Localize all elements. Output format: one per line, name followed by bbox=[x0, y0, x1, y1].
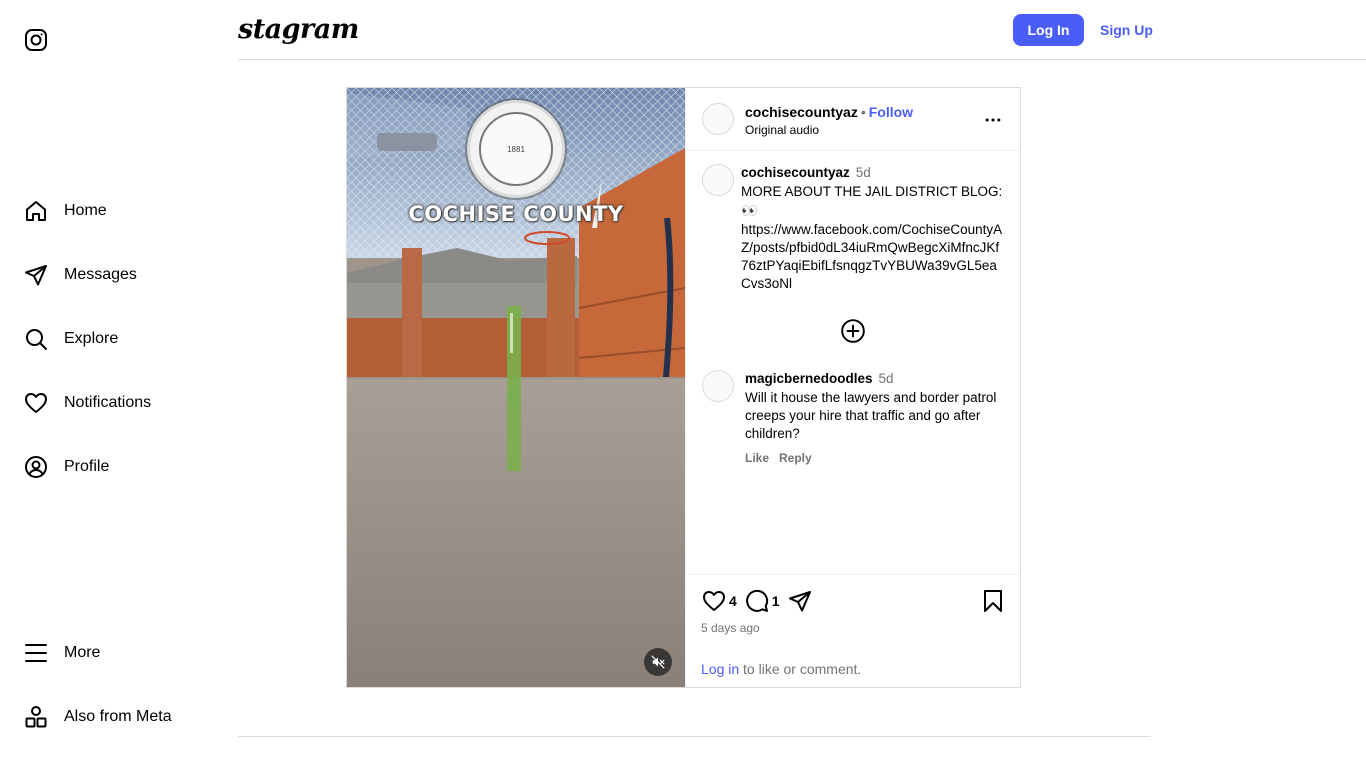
comment-reply-button[interactable]: Reply bbox=[779, 451, 812, 465]
profile-icon bbox=[25, 456, 47, 478]
post-card: 1881 COCHISE COUNTY cochisecountyaz • Foll… bbox=[346, 87, 1021, 688]
action-row: 4 1 bbox=[702, 589, 812, 613]
post-sidebar: cochisecountyaz • Follow Original audio co… bbox=[685, 88, 1021, 687]
comment-item: magicbernedoodles 5d Will it house the la… bbox=[745, 370, 1007, 465]
separator-dot: • bbox=[860, 104, 866, 120]
post-time-ago: 5 days ago bbox=[701, 621, 760, 635]
comment-username[interactable]: magicbernedoodles bbox=[745, 371, 873, 386]
bookmark-icon[interactable] bbox=[981, 589, 1005, 613]
instagram-logo-icon[interactable] bbox=[24, 28, 48, 52]
sidebar-item-also-from-meta[interactable]: Also from Meta bbox=[24, 703, 172, 731]
speaker-muted-icon bbox=[651, 655, 665, 669]
sidebar-item-label: Explore bbox=[64, 330, 119, 347]
login-prompt-text: to like or comment. bbox=[739, 661, 862, 677]
post-caption: cochisecountyaz 5d MORE ABOUT THE JAIL DI… bbox=[741, 164, 1003, 293]
sidebar: Home Messages Explore Notifications Prof… bbox=[0, 0, 238, 768]
original-audio-link[interactable]: Original audio bbox=[745, 123, 819, 137]
comment-time: 5d bbox=[878, 371, 894, 386]
sidebar-item-label: Also from Meta bbox=[64, 708, 172, 725]
login-prompt: Log in to like or comment. bbox=[701, 661, 861, 677]
like-heart-icon[interactable] bbox=[702, 589, 726, 613]
author-line: cochisecountyaz • Follow bbox=[745, 104, 913, 120]
sidebar-item-label: More bbox=[64, 644, 101, 661]
post-actions: 4 1 5 days ago Log in to like or comment… bbox=[686, 574, 1021, 687]
grid-shapes-icon bbox=[25, 706, 47, 728]
author-username[interactable]: cochisecountyaz bbox=[745, 104, 858, 120]
footer-divider bbox=[238, 736, 1151, 737]
sidebar-item-messages[interactable]: Messages bbox=[24, 261, 137, 289]
home-icon bbox=[26, 201, 46, 221]
sidebar-item-label: Notifications bbox=[64, 394, 152, 411]
login-button[interactable]: Log In bbox=[1013, 14, 1084, 46]
commenter-avatar[interactable] bbox=[702, 370, 734, 402]
like-count: 4 bbox=[729, 593, 737, 609]
caption-username[interactable]: cochisecountyaz bbox=[741, 165, 850, 180]
sidebar-item-label: Messages bbox=[64, 266, 137, 283]
load-more-comments-icon[interactable] bbox=[840, 318, 866, 344]
sidebar-item-home[interactable]: Home bbox=[24, 197, 107, 225]
county-seal: 1881 bbox=[467, 100, 565, 198]
comment-actions: Like Reply bbox=[745, 451, 1007, 465]
follow-button[interactable]: Follow bbox=[869, 104, 913, 120]
comment-bubble-icon[interactable] bbox=[745, 589, 769, 613]
video-overlay-title: COCHISE COUNTY bbox=[408, 202, 624, 226]
comment-text: Will it house the lawyers and border pat… bbox=[745, 390, 997, 441]
login-prompt-link[interactable]: Log in bbox=[701, 661, 739, 677]
sidebar-item-notifications[interactable]: Notifications bbox=[24, 389, 151, 417]
paper-plane-icon bbox=[25, 265, 47, 286]
post-header: cochisecountyaz • Follow Original audio bbox=[686, 88, 1021, 151]
comment-like-button[interactable]: Like bbox=[745, 451, 769, 465]
sidebar-item-label: Profile bbox=[64, 458, 110, 475]
heart-icon bbox=[25, 393, 47, 413]
sidebar-item-more[interactable]: More bbox=[24, 639, 100, 667]
seal-year: 1881 bbox=[479, 112, 553, 186]
caption-avatar[interactable] bbox=[702, 164, 734, 196]
caption-text: MORE ABOUT THE JAIL DISTRICT BLOG: bbox=[741, 184, 1003, 199]
more-options-icon[interactable] bbox=[983, 110, 1003, 130]
mute-button[interactable] bbox=[644, 648, 672, 676]
caption-link[interactable]: https://www.facebook.com/CochiseCountyAZ… bbox=[741, 221, 1003, 293]
comments-section: cochisecountyaz 5d MORE ABOUT THE JAIL DI… bbox=[686, 152, 1021, 574]
signup-link[interactable]: Sign Up bbox=[1100, 22, 1153, 38]
search-icon bbox=[26, 329, 47, 350]
caption-time: 5d bbox=[855, 165, 871, 180]
author-avatar[interactable] bbox=[702, 103, 734, 135]
post-video[interactable]: 1881 COCHISE COUNTY bbox=[347, 88, 685, 687]
top-header: stagram Log In Sign Up bbox=[238, 0, 1366, 60]
caption-emoji: 👀 bbox=[741, 203, 758, 218]
hamburger-menu-icon bbox=[25, 644, 47, 662]
instagram-wordmark[interactable]: stagram bbox=[238, 14, 359, 45]
sidebar-item-explore[interactable]: Explore bbox=[24, 325, 118, 353]
share-paper-plane-icon[interactable] bbox=[788, 589, 812, 613]
sidebar-item-profile[interactable]: Profile bbox=[24, 453, 109, 481]
sidebar-item-label: Home bbox=[64, 202, 107, 219]
comment-count: 1 bbox=[771, 593, 780, 609]
